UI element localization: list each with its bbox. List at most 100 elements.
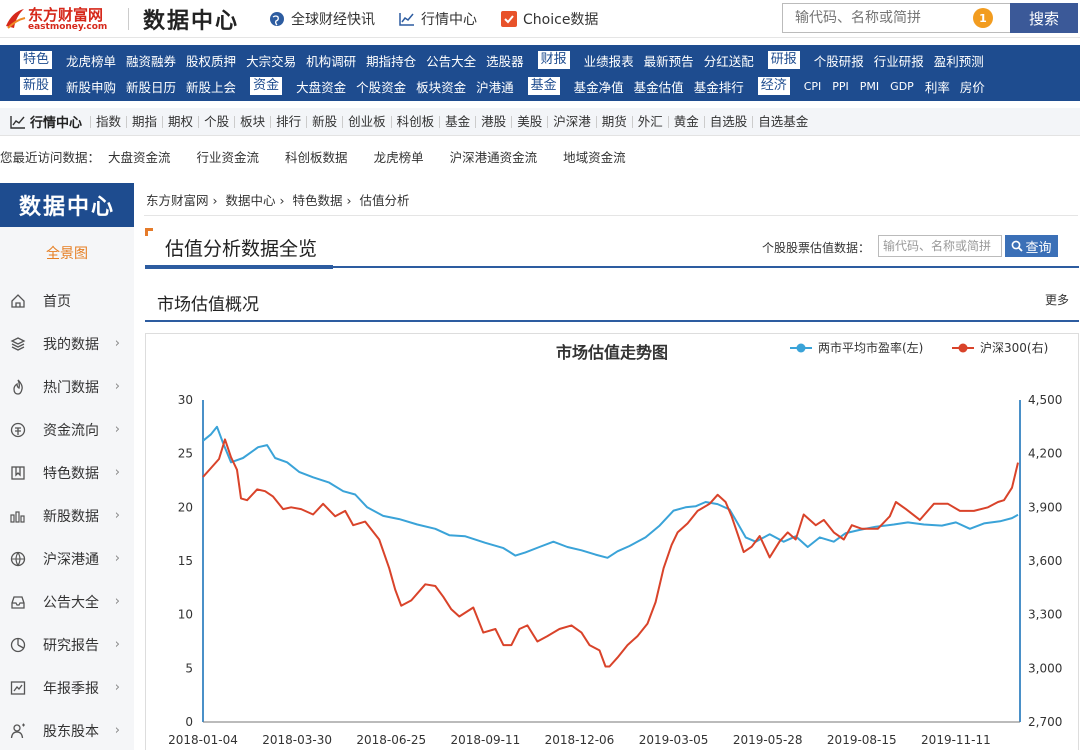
nav-item[interactable]: 融资融券 (126, 51, 176, 70)
choice-data-link[interactable]: Choice数据 (501, 9, 598, 29)
market-nav-item[interactable]: 指数 (90, 115, 126, 128)
sidebar-item[interactable]: 首页 (0, 279, 134, 322)
nav-item[interactable]: 期指持仓 (366, 51, 416, 70)
header-search-button[interactable]: 搜索 (1010, 3, 1078, 33)
chevron-right-icon: › (114, 336, 120, 351)
nav-item[interactable]: PPI (832, 80, 849, 93)
market-nav-item[interactable]: 个股 (198, 115, 234, 128)
nav-item[interactable]: 选股器 (486, 51, 524, 70)
sidebar-item-label: 特色数据 (43, 465, 99, 482)
sidebar-item[interactable]: 特色数据 › (0, 451, 134, 494)
nav-tag-featured[interactable]: 特色 (20, 51, 53, 69)
nav-item[interactable]: 基金估值 (634, 77, 684, 96)
nav-item[interactable]: 基金排行 (694, 77, 744, 96)
market-nav-item[interactable]: 期货 (595, 115, 632, 128)
sidebar-item[interactable]: 热门数据 › (0, 365, 134, 408)
site-logo[interactable]: 东方财富网 eastmoney.com (2, 2, 120, 36)
nav-item[interactable]: 大盘资金 (296, 77, 346, 96)
nav-item[interactable]: 龙虎榜单 (66, 51, 116, 70)
nav-item[interactable]: 股权质押 (186, 51, 236, 70)
market-nav-item[interactable]: 自选基金 (752, 115, 813, 128)
nav-tag-ipo[interactable]: 新股 (20, 77, 53, 95)
market-nav-item[interactable]: 期指 (126, 115, 162, 128)
report-icon (10, 680, 26, 695)
chart-line-icon (10, 115, 25, 129)
nav-item[interactable]: 分红送配 (704, 51, 754, 70)
header-search-input[interactable] (783, 10, 973, 26)
sidebar-item[interactable]: 资金流向 › (0, 408, 134, 451)
nav-item[interactable]: CPI (804, 80, 822, 93)
market-nav-item[interactable]: 期权 (162, 115, 198, 128)
nav-item[interactable]: GDP (890, 80, 914, 93)
market-nav: 行情中心 指数 期指 期权 个股 板块 排行 新股 创业板 科创板 基金 港股 … (0, 108, 1080, 136)
nav-item[interactable]: 基金净值 (574, 77, 624, 96)
sidebar-item[interactable]: 新股数据 › (0, 494, 134, 537)
nav-item[interactable]: 新股申购 (66, 77, 116, 96)
sidebar-item[interactable]: 年报季报 › (0, 666, 134, 709)
market-nav-item[interactable]: 沪深港 (547, 115, 596, 128)
stock-search-input[interactable]: 输代码、名称或简拼 (878, 235, 1002, 257)
nav-tag-funds-flow[interactable]: 资金 (250, 77, 283, 95)
recent-visit-link[interactable]: 沪深港通资金流 (450, 147, 538, 166)
market-nav-item[interactable]: 自选股 (703, 115, 753, 128)
y-left-tick-label: 15 (178, 554, 193, 568)
market-center-link[interactable]: 行情中心 (399, 9, 477, 29)
market-nav-item[interactable]: 科创板 (390, 115, 440, 128)
recent-visit-link[interactable]: 地域资金流 (563, 147, 626, 166)
market-nav-item[interactable]: 创业板 (342, 115, 391, 128)
nav-item[interactable]: 个股资金 (356, 77, 406, 96)
global-news-link[interactable]: 全球财经快讯 (269, 9, 375, 29)
more-link[interactable]: 更多 (1045, 291, 1069, 308)
nav-item[interactable]: 机构调研 (306, 51, 356, 70)
nav-item[interactable]: 个股研报 (814, 51, 864, 70)
stock-search-button[interactable]: 查询 (1005, 235, 1058, 257)
nav-tag-funds[interactable]: 基金 (527, 77, 560, 95)
nav-item[interactable]: 最新预告 (644, 51, 694, 70)
sidebar-item[interactable]: 我的数据 › (0, 322, 134, 365)
chevron-right-icon: › (114, 379, 120, 394)
market-nav-item[interactable]: 外汇 (631, 115, 668, 128)
nav-item[interactable]: 盈利预测 (934, 51, 984, 70)
nav-item[interactable]: 房价 (960, 77, 985, 96)
globe-icon (10, 551, 26, 567)
nav-tag-research[interactable]: 研报 (767, 51, 800, 69)
breadcrumb-link[interactable]: 特色数据 (293, 193, 343, 208)
breadcrumb-link[interactable]: 数据中心 (226, 193, 276, 208)
market-nav-item[interactable]: 美股 (511, 115, 547, 128)
market-center-label[interactable]: 行情中心 (10, 112, 82, 131)
nav-tag-economy[interactable]: 经济 (757, 77, 790, 95)
market-nav-item[interactable]: 新股 (306, 115, 342, 128)
nav-item[interactable]: 行业研报 (874, 51, 924, 70)
nav-item[interactable]: 新股日历 (126, 77, 176, 96)
recent-visit-link[interactable]: 科创板数据 (285, 147, 348, 166)
sidebar-overview-link[interactable]: 全景图 (0, 227, 134, 279)
recent-visit-link[interactable]: 行业资金流 (197, 147, 260, 166)
chevron-right-icon: › (114, 422, 120, 437)
nav-item[interactable]: 业绩报表 (584, 51, 634, 70)
recent-visit-link[interactable]: 大盘资金流 (108, 147, 171, 166)
sidebar-list: 首页 我的数据 › 热门数据 › 资金流向 › 特色数据 › 新股数据 › 沪深港通 › 公告大全 › 研究报… (0, 279, 134, 750)
market-nav-item[interactable]: 黄金 (667, 115, 704, 128)
recent-visit-link[interactable]: 龙虎榜单 (374, 147, 424, 166)
breadcrumb-link[interactable]: 东方财富网 (146, 193, 209, 208)
sidebar-title: 数据中心 (0, 183, 134, 227)
market-nav-item[interactable]: 基金 (439, 115, 475, 128)
nav-item[interactable]: PMI (860, 80, 879, 93)
sidebar-item[interactable]: 公告大全 › (0, 580, 134, 623)
market-nav-item[interactable]: 板块 (234, 115, 270, 128)
sidebar-item[interactable]: 研究报告 › (0, 623, 134, 666)
market-nav-item[interactable]: 排行 (270, 115, 306, 128)
x-tick-label: 2019-08-15 (827, 733, 897, 747)
sidebar-item[interactable]: 沪深港通 › (0, 537, 134, 580)
nav-item[interactable]: 沪港通 (476, 77, 514, 96)
nav-item[interactable]: 板块资金 (416, 77, 466, 96)
nav-item[interactable]: 大宗交易 (246, 51, 296, 70)
nav-item[interactable]: 新股上会 (186, 77, 236, 96)
sidebar-item-label: 股东股本 (43, 723, 99, 740)
nav-item[interactable]: 公告大全 (426, 51, 476, 70)
sidebar-item[interactable]: 股东股本 › (0, 709, 134, 750)
nav-tag-financials[interactable]: 财报 (537, 51, 570, 69)
y-right-tick-label: 3,600 (1028, 554, 1062, 568)
nav-item[interactable]: 利率 (925, 77, 950, 96)
market-nav-item[interactable]: 港股 (475, 115, 511, 128)
